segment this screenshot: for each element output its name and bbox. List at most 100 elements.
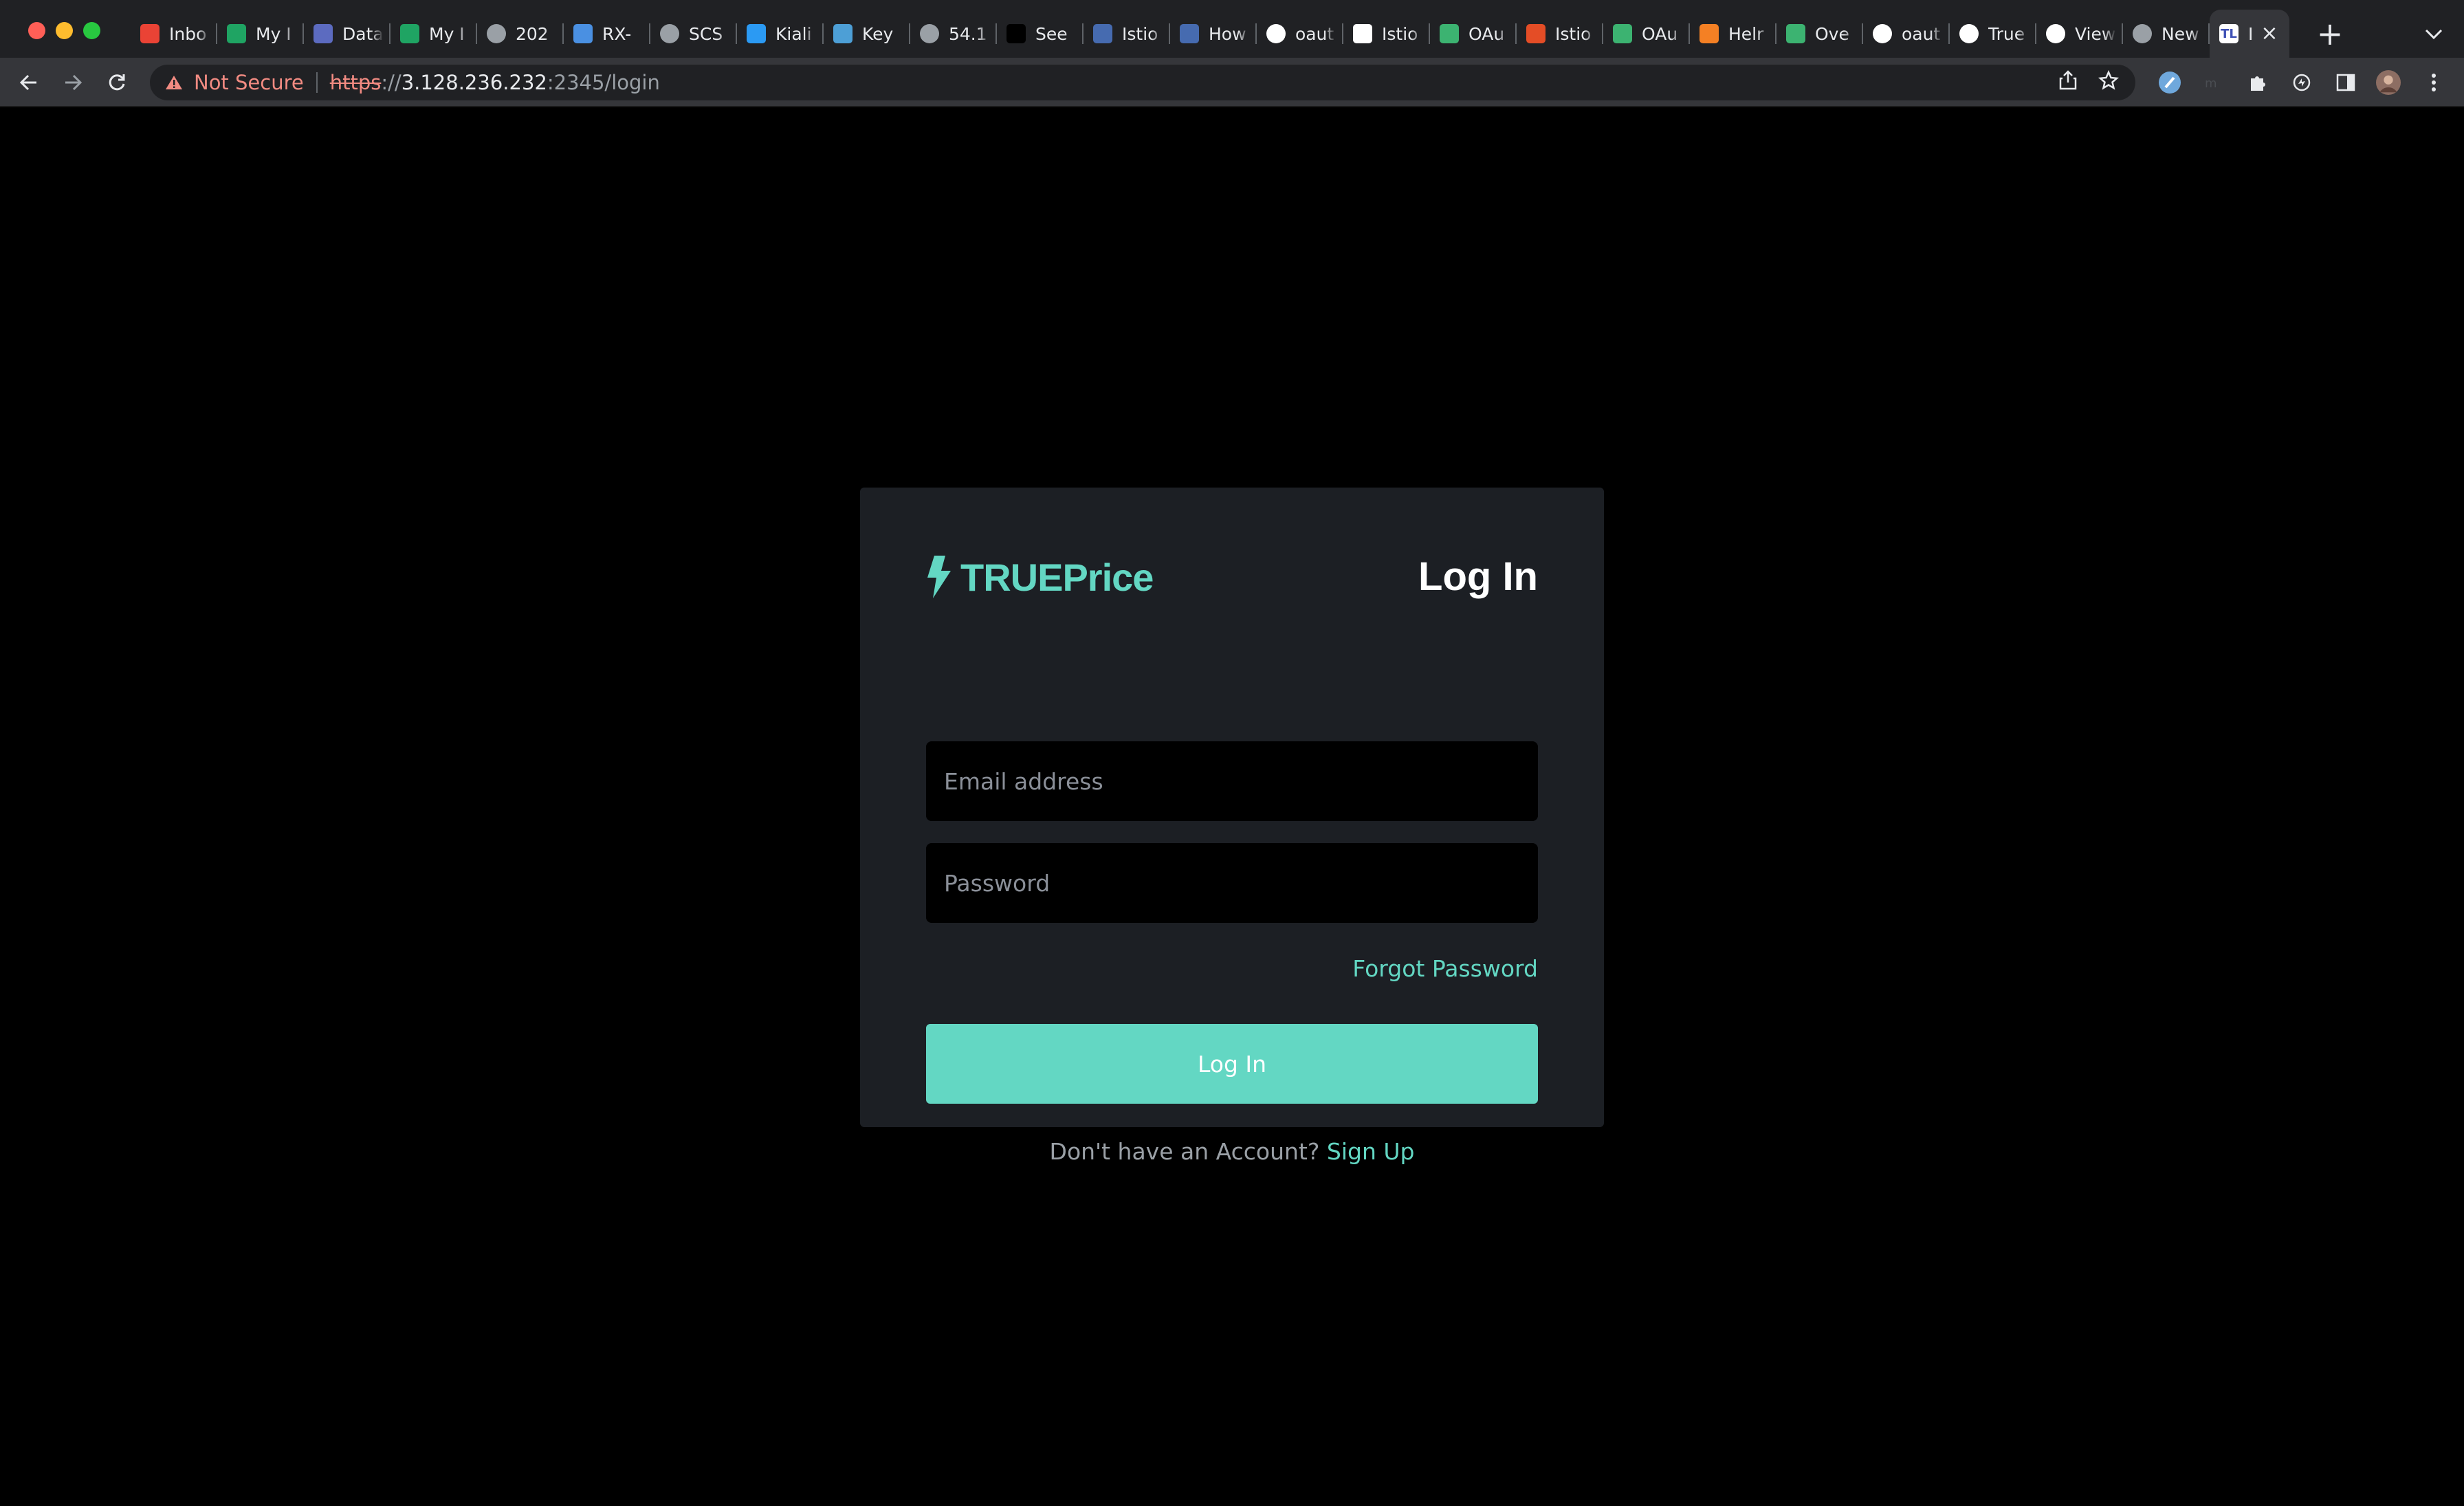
bookmark-star-icon[interactable] [2098,69,2120,96]
browser-tab[interactable]: My I [390,10,477,58]
oauth-icon [1440,24,1459,43]
browser-tab[interactable]: How [1170,10,1257,58]
tab-title: Ove [1815,23,1849,44]
forgot-password-link[interactable]: Forgot Password [1352,955,1538,982]
divider [316,72,318,93]
security-status[interactable]: Not Secure [194,71,304,94]
tab-title: Key [862,23,894,44]
tab-title: True [1988,23,2025,44]
tab-title: Istio [1122,23,1158,44]
page-viewport: TRUEPrice Log In Forgot Password Log In … [0,109,2464,1506]
kiali-icon [747,24,766,43]
brand-name: TRUEPrice [960,555,1154,599]
signup-link[interactable]: Sign Up [1327,1138,1415,1165]
address-bar[interactable]: Not Secure https://3.128.236.232:2345/lo… [150,65,2135,100]
signup-row: Don't have an Account? Sign Up [860,1138,1604,1165]
browser-tab[interactable]: Istio [1517,10,1603,58]
tab-title: See [1035,23,1068,44]
tl-favicon-icon: TL [2219,24,2238,43]
data-icon [314,24,333,43]
tab-title: My I [429,23,465,44]
browser-tab[interactable]: Ove [1776,10,1863,58]
login-button[interactable]: Log In [926,1024,1538,1104]
back-arrow-icon[interactable] [12,66,45,99]
browser-tab[interactable]: SCS [650,10,737,58]
browser-tab[interactable]: Inbo [131,10,217,58]
browser-tab[interactable]: 54.1 [910,10,997,58]
reload-icon[interactable] [100,66,133,99]
github-icon [1266,24,1286,43]
tab-title: Kiali [776,23,812,44]
browser-tab-active[interactable]: TL I × [2210,10,2289,58]
new-tab-button[interactable]: + [2313,17,2347,51]
tab-title: Istio [1555,23,1592,44]
tab-title: RX- [602,23,632,44]
close-window-button[interactable] [28,22,45,39]
password-field[interactable] [926,843,1538,923]
globe-icon [487,24,506,43]
browser-tab[interactable]: View [2036,10,2123,58]
extension-faded-icon[interactable]: m [2201,70,2226,95]
lightning-bolt-icon [927,556,951,598]
url-path: :2345/login [547,71,660,94]
browser-tab[interactable]: Helr [1690,10,1776,58]
tab-search-icon[interactable] [2420,21,2448,48]
browser-tab[interactable]: My I [217,10,304,58]
stack-icon [1700,24,1719,43]
share-icon[interactable] [2058,69,2078,96]
browser-tab[interactable]: oaut [1863,10,1950,58]
tab-title: SCS [689,23,723,44]
browser-tab[interactable]: Istio [1343,10,1430,58]
x-icon [1006,24,1026,43]
google-drive-icon [400,24,419,43]
tab-strip: Inbo My I Data My I 202 RX- SCS Kiali Key 54.1 See… [0,0,2464,58]
browser-tab[interactable]: oaut [1257,10,1343,58]
browser-tab[interactable]: New [2123,10,2210,58]
tab-title: Data [342,23,384,44]
menu-dots-icon[interactable] [2421,70,2446,95]
tab-title: OAu [1642,23,1678,44]
doc-icon [573,24,593,43]
istio-icon [1093,24,1112,43]
extensions-puzzle-icon[interactable] [2245,70,2270,95]
browser-tab[interactable]: OAu [1603,10,1690,58]
tab-title: View [2075,23,2116,44]
sync-icon[interactable] [2289,70,2314,95]
minimize-window-button[interactable] [56,22,73,39]
url-host: 3.128.236.232 [401,71,547,94]
github-icon [1873,24,1892,43]
browser-tab[interactable]: RX- [564,10,650,58]
signup-prompt: Don't have an Account? [1049,1138,1320,1165]
globe-icon [660,24,679,43]
browser-tab[interactable]: Data [304,10,390,58]
tab-title: oaut [1902,23,1941,44]
close-tab-icon[interactable]: × [2259,23,2280,44]
browser-tab[interactable]: Istio [1084,10,1170,58]
email-field[interactable] [926,741,1538,821]
browser-tab[interactable]: OAu [1430,10,1517,58]
browser-tab[interactable]: True [1950,10,2036,58]
side-panel-icon[interactable] [2333,70,2358,95]
tab-title: My I [256,23,292,44]
tab-title: New [2162,23,2199,44]
vuetify-icon [1526,24,1546,43]
globe-icon [920,24,939,43]
gmail-icon [140,24,160,43]
tab-title: 54.1 [949,23,987,44]
browser-tab[interactable]: Kiali [737,10,824,58]
keycloak-icon [833,24,852,43]
forward-arrow-icon[interactable] [56,66,89,99]
tab-title: 202 [516,23,549,44]
tab-title: Istio [1382,23,1418,44]
tab-title: Helr [1728,23,1764,44]
browser-tab[interactable]: Key [824,10,910,58]
medium-icon [1353,24,1372,43]
oauth-icon [1613,24,1632,43]
browser-tab[interactable]: 202 [477,10,564,58]
browser-chrome: Inbo My I Data My I 202 RX- SCS Kiali Key 54.1 See… [0,0,2464,107]
browser-tab[interactable]: See [997,10,1084,58]
maximize-window-button[interactable] [83,22,100,39]
avatar[interactable] [2376,70,2401,95]
extension-blue-icon[interactable] [2157,70,2182,95]
warning-icon[interactable] [164,72,184,93]
